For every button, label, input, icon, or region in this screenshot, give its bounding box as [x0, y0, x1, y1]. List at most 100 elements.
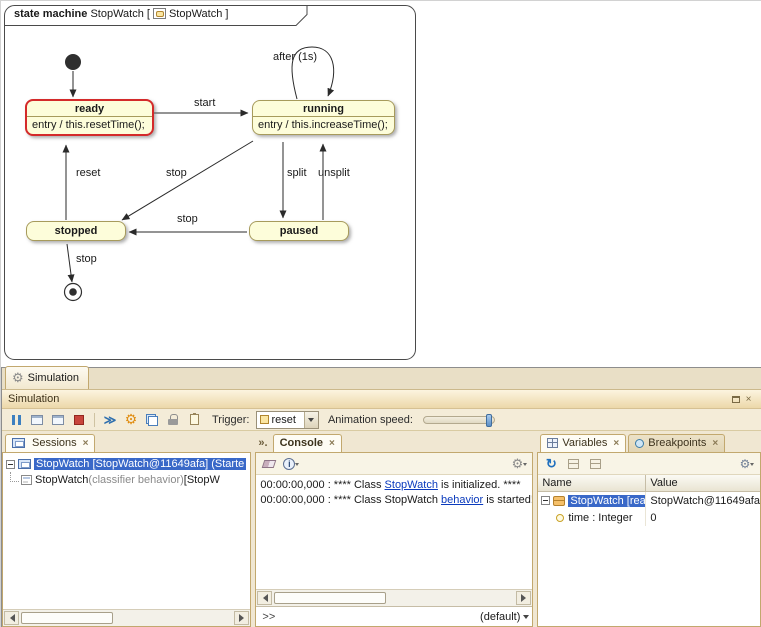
frame-title: state machine StopWatch [StopWatch ]	[14, 8, 228, 20]
tab-overflow-icon[interactable]: ».	[258, 437, 267, 452]
lock-icon	[168, 414, 178, 425]
session-root-row[interactable]: StopWatch [StopWatch@11649afa] (Starte	[3, 456, 250, 472]
close-breakpoints-tab-icon[interactable]: ×	[712, 438, 718, 449]
state-running-name: running	[253, 101, 394, 116]
step-into-button[interactable]	[28, 411, 46, 429]
table-icon	[568, 459, 579, 469]
terminate-button[interactable]	[70, 411, 88, 429]
table-row[interactable]: time : Integer 0	[538, 509, 760, 526]
scrollbar-thumb[interactable]	[21, 612, 113, 624]
simulation-config-button[interactable]	[122, 411, 140, 429]
console-mode-dropdown[interactable]: (default)	[477, 611, 532, 623]
export-table-button[interactable]	[564, 455, 582, 473]
column-header-value[interactable]: Value	[646, 477, 760, 489]
scroll-right-button[interactable]	[234, 611, 249, 625]
animation-speed-label: Animation speed:	[328, 414, 413, 426]
state-ready[interactable]: ready entry / this.resetTime();	[25, 99, 154, 136]
clear-console-button[interactable]	[260, 455, 278, 473]
config-gear-icon	[125, 411, 138, 428]
state-paused[interactable]: paused	[249, 221, 349, 241]
frame-keyword: state machine	[14, 8, 87, 20]
lock-button[interactable]	[164, 411, 182, 429]
state-machine-diagram-icon	[153, 8, 166, 19]
breakpoints-tab-icon	[635, 439, 644, 448]
state-running[interactable]: running entry / this.increaseTime();	[252, 100, 395, 135]
columns-button[interactable]	[586, 455, 604, 473]
session-icon	[18, 459, 31, 469]
cascade-windows-button[interactable]	[143, 411, 161, 429]
tab-breakpoints[interactable]: Breakpoints ×	[628, 434, 725, 452]
label-split[interactable]: split	[287, 167, 307, 179]
table-row[interactable]: StopWatch [rea... StopWatch@11649afa	[538, 492, 760, 509]
variable-name: StopWatch [rea...	[568, 495, 646, 507]
tab-simulation[interactable]: Simulation	[5, 366, 89, 389]
panel-title-bar: Simulation ×	[2, 390, 761, 409]
step-over-button[interactable]	[49, 411, 67, 429]
variable-value: 0	[646, 512, 760, 524]
export-log-button[interactable]	[185, 411, 203, 429]
state-machine-diagram[interactable]: state machine StopWatch [StopWatch ] rea…	[1, 1, 761, 367]
console-horizontal-scrollbar[interactable]	[256, 589, 532, 606]
label-stop-final[interactable]: stop	[76, 253, 97, 265]
sessions-tab-icon	[12, 438, 25, 448]
close-panel-icon[interactable]: ×	[742, 393, 755, 405]
label-stop-running[interactable]: stop	[166, 167, 187, 179]
console-line: 00:00:00,000 : **** Class StopWatch beha…	[260, 493, 528, 508]
pause-button[interactable]	[7, 411, 25, 429]
simulation-panes: Sessions × StopWatch [StopWatch@11649afa…	[2, 431, 761, 627]
label-stop-paused[interactable]: stop	[177, 213, 198, 225]
console-line-text: is started!	[483, 494, 532, 506]
sessions-pane: Sessions × StopWatch [StopWatch@11649afa…	[2, 431, 251, 627]
console-link[interactable]: StopWatch	[385, 479, 438, 491]
tab-simulation-label: Simulation	[28, 372, 79, 384]
collapse-expander-icon[interactable]	[6, 460, 15, 469]
label-start[interactable]: start	[194, 97, 215, 109]
info-icon: i	[283, 458, 295, 470]
initial-state[interactable]	[65, 54, 81, 70]
close-sessions-tab-icon[interactable]: ×	[83, 438, 89, 449]
scroll-left-button[interactable]	[4, 611, 19, 625]
tab-console[interactable]: Console ×	[273, 434, 342, 452]
scroll-right-button[interactable]	[516, 591, 531, 605]
close-console-tab-icon[interactable]: ×	[329, 438, 335, 449]
state-stopped[interactable]: stopped	[26, 221, 126, 241]
window-tab-bar: Simulation	[2, 368, 761, 390]
session-child-row[interactable]: StopWatch(classifier behavior) [StopW	[3, 472, 250, 488]
console-options-button[interactable]	[510, 455, 528, 473]
collapse-expander-icon[interactable]	[541, 496, 550, 505]
console-line-text: is initialized. ****	[438, 479, 521, 491]
float-window-icon[interactable]	[729, 393, 742, 405]
variables-tab-icon	[547, 438, 558, 448]
variables-table-header: Name Value	[538, 475, 760, 492]
variables-options-button[interactable]	[738, 455, 756, 473]
diagram-canvas	[1, 1, 761, 367]
refresh-button[interactable]	[542, 455, 560, 473]
scrollbar-thumb[interactable]	[274, 592, 386, 604]
variables-tab-bar: Variables × Breakpoints ×	[537, 431, 761, 452]
animation-speed-slider[interactable]	[423, 416, 495, 424]
variables-gear-icon	[740, 457, 751, 471]
trigger-event-icon	[260, 415, 269, 424]
console-link[interactable]: behavior	[441, 494, 483, 506]
slider-handle[interactable]	[486, 414, 492, 427]
tab-variables[interactable]: Variables ×	[540, 434, 626, 452]
session-child-qualifier: (classifier behavior)	[88, 474, 183, 486]
scroll-left-button[interactable]	[257, 591, 272, 605]
classifier-behavior-icon	[21, 475, 32, 485]
panel-title: Simulation	[8, 393, 59, 405]
label-after-1s[interactable]: after (1s)	[273, 51, 317, 63]
animation-menu-button[interactable]	[101, 411, 119, 429]
close-variables-tab-icon[interactable]: ×	[613, 438, 619, 449]
trigger-dropdown[interactable]: reset	[256, 411, 319, 429]
log-level-button[interactable]: i	[282, 455, 300, 473]
state-ready-name: ready	[27, 101, 152, 116]
label-reset[interactable]: reset	[76, 167, 100, 179]
sessions-horizontal-scrollbar[interactable]	[3, 609, 250, 626]
label-unsplit[interactable]: unsplit	[318, 167, 350, 179]
console-prompt: >>	[256, 611, 281, 623]
variable-value: StopWatch@11649afa	[646, 495, 760, 507]
column-header-name[interactable]: Name	[538, 475, 646, 491]
console-command-input[interactable]	[281, 609, 477, 625]
trigger-dropdown-arrow[interactable]	[304, 412, 318, 428]
tab-sessions[interactable]: Sessions ×	[5, 434, 95, 452]
